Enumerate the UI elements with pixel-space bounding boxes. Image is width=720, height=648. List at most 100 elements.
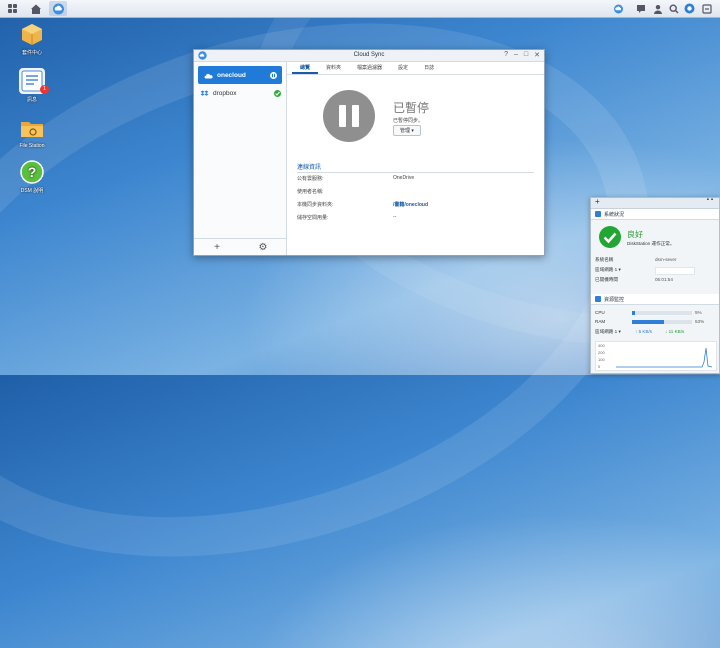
info-row-cloud-service: 公有雲服務: OneDrive	[297, 175, 534, 183]
account-item-dropbox[interactable]: dropbox	[194, 84, 286, 102]
info-value: OneDrive	[393, 175, 415, 181]
sync-status-title: 已暫停	[393, 101, 430, 115]
search-icon[interactable]	[667, 1, 680, 16]
network-label: 區域網路 1 ▾	[595, 329, 621, 334]
home-icon	[31, 4, 41, 14]
info-row-username: 使用者名稱:	[297, 188, 534, 196]
taskbar-cloud-sync[interactable]	[49, 1, 67, 16]
uptime-row: 已開機時間 05:01:54	[595, 277, 715, 285]
dropbox-icon	[200, 89, 209, 96]
ram-value: 53%	[695, 319, 705, 324]
notes-icon: 1	[19, 68, 49, 94]
system-name-label: 系統名稱	[595, 257, 614, 262]
sync-status-description: 已暫停同步。	[393, 118, 424, 124]
desktop-icon-label: 訊息	[26, 97, 37, 103]
widget-panel: + ▪▪ 系統狀況 良好 DiskStation 運作正常。 系統名稱 dsm-…	[590, 197, 720, 374]
health-status-description: DiskStation 運作正常。	[627, 241, 675, 246]
close-button[interactable]: ✕	[534, 51, 540, 59]
account-list-panel: onecloud dropbox + ⚙	[194, 62, 287, 255]
info-key: 公有雲服務:	[297, 176, 324, 182]
system-name-row: 系統名稱 dsm-sever	[595, 257, 715, 265]
cpu-bar	[632, 311, 692, 315]
section-divider	[297, 172, 534, 173]
desktop-icon-package-center[interactable]: 套件中心	[10, 21, 54, 56]
home-button[interactable]	[27, 1, 45, 16]
resource-monitor-title: 資源監控	[604, 296, 625, 303]
account-settings-button[interactable]: ⚙	[240, 239, 286, 255]
chart-tick: 0	[598, 364, 601, 369]
tab-log[interactable]: 日誌	[416, 62, 442, 74]
manage-button[interactable]: 管理 ▾	[393, 125, 421, 136]
tab-overview[interactable]: 總覽	[292, 62, 319, 74]
ram-bar	[632, 320, 692, 324]
cpu-row: CPU 5%	[595, 310, 715, 318]
system-health-title: 系統狀況	[604, 211, 625, 218]
network-chart: 400 200 100 0	[595, 341, 717, 371]
onedrive-icon	[204, 73, 213, 78]
cloud-sync-tray-icon[interactable]	[612, 1, 625, 16]
user-icon[interactable]	[651, 1, 664, 16]
taskbar	[0, 0, 720, 18]
health-status-title: 良好	[627, 230, 643, 239]
info-key: 本機同步資料夾:	[297, 202, 334, 208]
lan-address-redacted	[655, 267, 695, 275]
help-button[interactable]: ?	[504, 51, 508, 59]
desktop-icon-file-station[interactable]: File Station	[10, 115, 54, 149]
window-titlebar[interactable]: Cloud Sync ? – □ ✕	[194, 50, 544, 62]
shield-icon	[595, 211, 601, 217]
chart-tick: 400	[598, 343, 605, 348]
minimize-button[interactable]: –	[514, 51, 518, 59]
info-key: 使用者名稱:	[297, 189, 324, 195]
resource-monitor-icon	[595, 296, 601, 302]
chart-tick: 100	[598, 357, 605, 362]
account-name: dropbox	[213, 89, 237, 97]
notification-badge: 1	[40, 85, 49, 94]
local-folder-link[interactable]: /書籍/onecloud	[393, 201, 428, 208]
desktop-icon-dsm-help[interactable]: ? DSM 說明	[10, 159, 54, 194]
tab-folders[interactable]: 資料夾	[318, 62, 349, 74]
info-value: --	[393, 214, 397, 220]
cloud-sync-window: Cloud Sync ? – □ ✕ onecloud dropbox + ⚙	[193, 49, 545, 256]
account-name: onecloud	[217, 71, 246, 79]
ram-label: RAM	[595, 319, 606, 324]
network-row[interactable]: 區域網路 1 ▾ ↑ 5 KB/s ↓ 11 KB/s	[595, 329, 715, 337]
uptime-value: 05:01:54	[655, 277, 673, 282]
check-icon	[599, 226, 621, 248]
system-health-header: 系統狀況	[591, 209, 719, 220]
window-title: Cloud Sync	[353, 52, 385, 58]
desktop-icon-label: 套件中心	[21, 50, 42, 56]
package-center-icon	[19, 21, 45, 47]
info-row-local-folder: 本機同步資料夾: /書籍/onecloud	[297, 201, 534, 209]
options-icon[interactable]	[700, 1, 713, 16]
ok-status-icon	[274, 89, 281, 97]
account-item-onecloud[interactable]: onecloud	[198, 66, 282, 84]
plus-icon: +	[214, 241, 220, 253]
add-widget-button[interactable]: +	[595, 197, 600, 206]
desktop-icon-notes[interactable]: 1 訊息	[10, 68, 54, 103]
chart-tick: 200	[598, 350, 605, 355]
lan-row[interactable]: 區域網路 1 ▾	[595, 267, 715, 275]
help-icon: ?	[19, 159, 45, 185]
widget-panel-controls[interactable]: ▪▪	[707, 197, 715, 203]
tab-bar: 總覽 資料夾 檔案過濾器 設定 日誌	[287, 62, 544, 75]
widgets-icon[interactable]	[683, 1, 696, 16]
desktop-icon-label: File Station	[19, 143, 45, 149]
ram-row: RAM 53%	[595, 319, 715, 327]
info-key: 儲存空間用量:	[297, 215, 329, 221]
cpu-value: 5%	[695, 310, 702, 315]
folder-icon	[19, 115, 45, 141]
detail-panel: 總覽 資料夾 檔案過濾器 設定 日誌 已暫停 已暫停同步。 管理 ▾ 連線資訊 …	[287, 62, 544, 255]
maximize-button[interactable]: □	[524, 51, 528, 59]
cpu-label: CPU	[595, 310, 605, 315]
add-account-button[interactable]: +	[194, 239, 240, 255]
system-name-value: dsm-sever	[655, 257, 677, 262]
tab-settings[interactable]: 設定	[390, 62, 416, 74]
main-menu-button[interactable]	[3, 1, 21, 16]
main-menu-icon	[7, 4, 17, 13]
notification-icon[interactable]	[634, 1, 647, 16]
gear-icon: ⚙	[258, 241, 268, 253]
tab-file-filter[interactable]: 檔案過濾器	[349, 62, 390, 74]
network-chart-line	[616, 347, 712, 368]
desktop-icon-label: DSM 說明	[20, 188, 44, 194]
pause-icon[interactable]	[323, 90, 375, 142]
